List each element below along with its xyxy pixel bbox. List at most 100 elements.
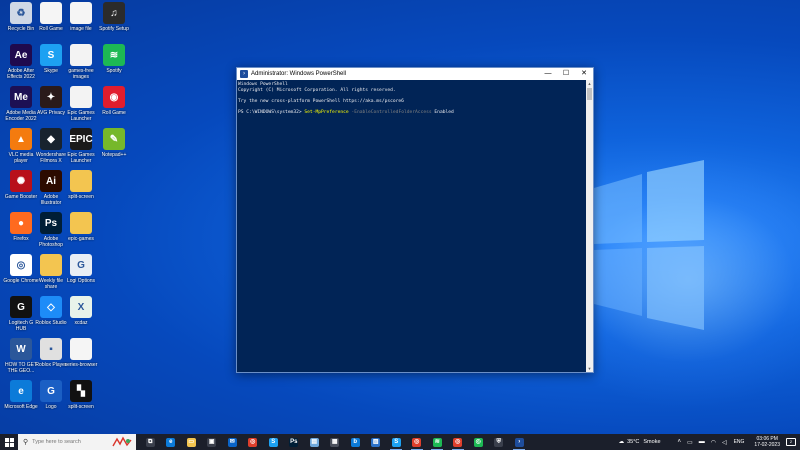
wifi-icon[interactable]: ◠ <box>711 439 716 446</box>
roll-game-icon: ◉ <box>103 86 125 108</box>
chrome-icon: ◎ <box>10 254 32 276</box>
excel-file-icon: X <box>70 296 92 318</box>
logo-icon: G <box>40 380 62 402</box>
taskbar-app-chrome[interactable]: ◎ <box>468 434 489 450</box>
desktop-icon[interactable]: image file <box>63 2 99 50</box>
minimize-button[interactable]: — <box>539 68 557 80</box>
scroll-up-icon[interactable]: ▲ <box>586 80 593 87</box>
taskbar-app-shield[interactable]: ⛨ <box>489 434 510 450</box>
file-explorer-icon: ▭ <box>186 437 196 447</box>
desktop-icon-label: Notepad++ <box>101 152 127 158</box>
volume-icon[interactable]: ◁ <box>722 439 727 446</box>
taskbar-apps: ⧉ e ▭ ▣ ✉ ◎ S Ps ▤ ▦ b ▨ S ◎ ≋ ◎ ◎ ⛨ › <box>140 434 530 450</box>
desktop-icon[interactable]: split-screen <box>63 170 99 218</box>
network-icon[interactable]: ▭ <box>687 439 693 446</box>
battery-icon[interactable]: ▬ <box>699 439 705 445</box>
desktop-icon[interactable]: series-browser <box>63 338 99 386</box>
search-highlight-icon[interactable] <box>111 436 133 448</box>
powershell-window[interactable]: › Administrator: Windows PowerShell — ☐ … <box>236 67 594 373</box>
filmora-icon: ◆ <box>40 128 62 150</box>
task-view-icon: ⧉ <box>145 437 155 447</box>
desktop-icon[interactable]: EPIC Epic Games Launcher <box>63 128 99 176</box>
desktop-icon-label: games-free images <box>68 68 94 80</box>
taskbar-app-skype[interactable]: S <box>263 434 284 450</box>
weather-temp: 35°C <box>627 439 640 445</box>
chrome-icon: ◎ <box>473 437 483 447</box>
desktop-icon[interactable]: ≋ Spotify <box>96 44 132 92</box>
desktop-icon-label: split-screen <box>68 194 94 200</box>
mail-icon: ✉ <box>227 437 237 447</box>
search-icon: ⚲ <box>23 439 29 446</box>
windows-start-icon <box>4 437 14 447</box>
desktop-icon[interactable]: ▚ split-screen <box>63 380 99 428</box>
window-titlebar[interactable]: › Administrator: Windows PowerShell — ☐ … <box>237 68 593 80</box>
image-file-icon <box>70 2 92 24</box>
desktop-icon[interactable]: games-free images <box>63 44 99 92</box>
taskbar-app-task-view[interactable]: ⧉ <box>140 434 161 450</box>
taskbar-app-mail[interactable]: ✉ <box>222 434 243 450</box>
recycle-bin-icon: ♻ <box>10 2 32 24</box>
taskbar-app-store[interactable]: ▣ <box>202 434 223 450</box>
avg-icon: ✦ <box>40 86 62 108</box>
taskbar-app-file-explorer[interactable]: ▭ <box>181 434 202 450</box>
taskbar-app-chrome[interactable]: ◎ <box>243 434 264 450</box>
scroll-down-icon[interactable]: ▼ <box>586 365 593 372</box>
edge-icon: e <box>166 437 176 447</box>
start-button[interactable] <box>0 434 18 450</box>
taskbar-app-photos[interactable]: ▨ <box>366 434 387 450</box>
folder-icon <box>70 170 92 192</box>
taskbar-app-spotify[interactable]: ≋ <box>427 434 448 450</box>
chevron-up-icon[interactable]: ˄ <box>678 439 682 445</box>
taskbar-app-notepad[interactable]: ▤ <box>304 434 325 450</box>
console-prompt-line: PS C:\WINDOWS\system32> Set-MpPreference… <box>238 110 585 116</box>
console-parameter: -EnableControlledFolderAccess <box>348 109 432 115</box>
notification-icon[interactable]: 2 <box>786 438 796 446</box>
taskbar-app-calculator[interactable]: ▦ <box>325 434 346 450</box>
desktop-icon-label: series-browser <box>64 362 98 368</box>
weather-widget[interactable]: ☁ 35°C Smoke <box>619 439 661 445</box>
cloud-icon: ☁ <box>618 439 625 445</box>
windows-wallpaper-logo <box>594 160 704 330</box>
desktop-icon-label: split-screen <box>68 404 94 410</box>
search-input[interactable] <box>32 439 103 445</box>
taskbar-app-photoshop[interactable]: Ps <box>284 434 305 450</box>
desktop-icon[interactable]: ◉ Roll Game <box>96 86 132 134</box>
taskbar-app-skype[interactable]: S <box>386 434 407 450</box>
taskbar-search[interactable]: ⚲ <box>18 434 136 450</box>
desktop-icon[interactable]: G Logi Options <box>63 254 99 302</box>
roblox-player-icon: ▪ <box>40 338 62 360</box>
folder-icon <box>70 44 92 66</box>
firefox-icon: ● <box>10 212 32 234</box>
powershell-icon: › <box>514 437 524 447</box>
taskbar-app-chrome[interactable]: ◎ <box>448 434 469 450</box>
taskbar-app-chrome[interactable]: ◎ <box>407 434 428 450</box>
document-icon <box>40 2 62 24</box>
weather-condition: Smoke <box>643 439 661 445</box>
desktop-icon[interactable]: ♫ Spotify Setup <box>96 2 132 50</box>
photoshop-icon: Ps <box>40 212 62 234</box>
desktop-icon[interactable]: epic-games <box>63 212 99 260</box>
clock[interactable]: 03:06 PM 17-02-2023 <box>754 436 780 448</box>
folder-icon <box>40 254 62 276</box>
launcher-icon <box>70 86 92 108</box>
system-tray: ☁ 35°C Smoke ˄ ▭ ▬ ◠ ◁ ENG 03:06 PM 17-0… <box>619 434 800 450</box>
vertical-scrollbar[interactable]: ▲ ▼ <box>586 80 593 372</box>
photoshop-icon: Ps <box>289 437 299 447</box>
console-prompt: PS C:\WINDOWS\system32> <box>238 109 305 115</box>
scroll-thumb[interactable] <box>587 88 592 100</box>
desktop-icon[interactable]: Epic Games Launcher <box>63 86 99 134</box>
bing-icon: b <box>350 437 360 447</box>
taskbar-app-bing[interactable]: b <box>345 434 366 450</box>
console-argument: Enabled <box>431 109 454 115</box>
desktop-icon[interactable]: Xxcdaz <box>63 296 99 344</box>
close-button[interactable]: ✕ <box>575 68 593 80</box>
taskbar-app-edge[interactable]: e <box>161 434 182 450</box>
console-output[interactable]: Windows PowerShell Copyright (C) Microsof… <box>237 80 586 372</box>
taskbar-app-powershell[interactable]: › <box>509 434 530 450</box>
skype-icon: S <box>391 437 401 447</box>
photos-icon: ▨ <box>371 437 381 447</box>
language-indicator[interactable]: ENG <box>734 439 745 445</box>
desktop-icon[interactable]: ✎ Notepad++ <box>96 128 132 176</box>
maximize-button[interactable]: ☐ <box>557 68 575 80</box>
shield-icon: ⛨ <box>494 437 504 447</box>
